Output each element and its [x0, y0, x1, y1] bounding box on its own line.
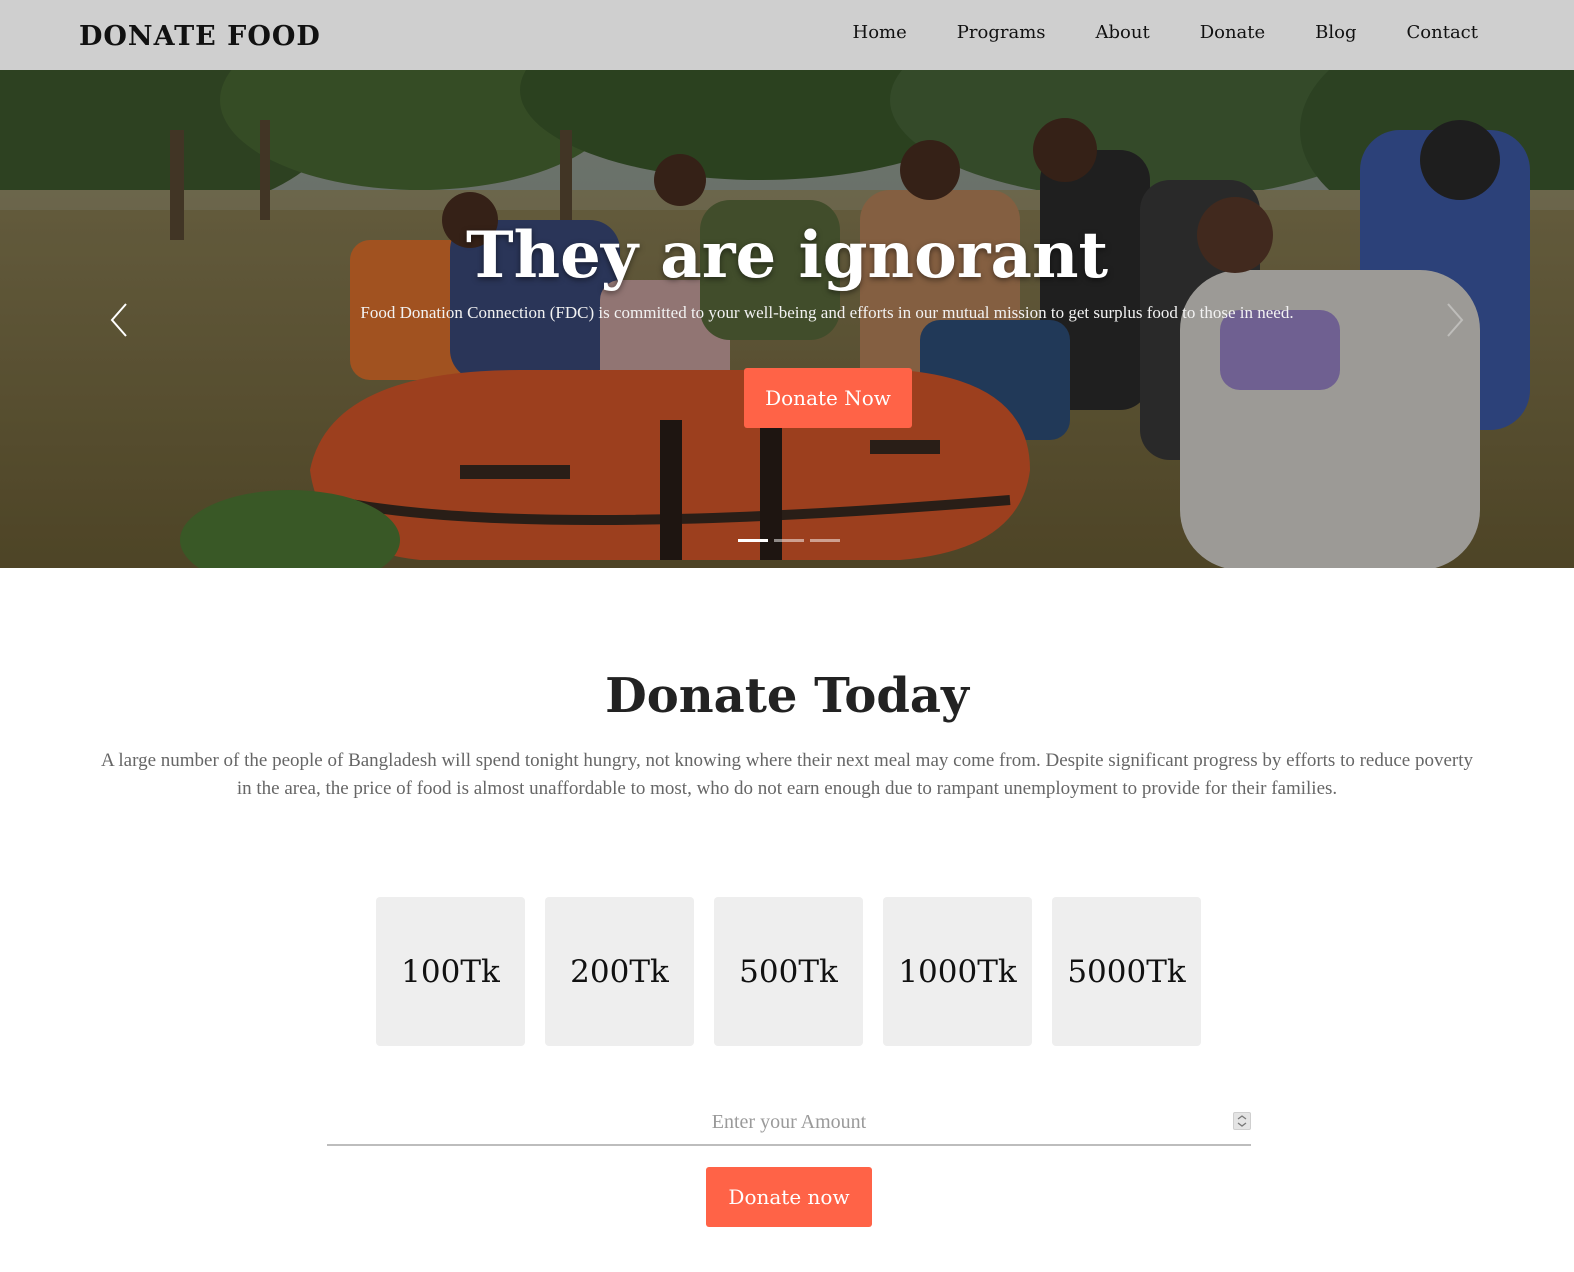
amount-option-200[interactable]: 200Tk	[545, 897, 694, 1046]
nav-link-donate[interactable]: Donate	[1200, 22, 1265, 43]
hero-carousel: They are ignorant Food Donation Connecti…	[0, 70, 1574, 568]
navbar: DONATE FOOD Home Programs About Donate B…	[0, 0, 1574, 70]
amount-option-500[interactable]: 500Tk	[714, 897, 863, 1046]
hero-donate-now-button[interactable]: Donate Now	[744, 368, 912, 428]
amount-input[interactable]	[327, 1100, 1251, 1144]
amount-option-1000[interactable]: 1000Tk	[883, 897, 1032, 1046]
amount-option-5000[interactable]: 5000Tk	[1052, 897, 1201, 1046]
carousel-indicators	[738, 539, 840, 542]
hero-description: Food Donation Connection (FDC) is commit…	[360, 303, 1294, 322]
amount-input-wrapper	[327, 1100, 1251, 1146]
brand-logo[interactable]: DONATE FOOD	[79, 21, 321, 52]
nav-menu: Home Programs About Donate Blog Contact	[803, 22, 1478, 43]
nav-link-programs[interactable]: Programs	[957, 22, 1046, 43]
hero-title: They are ignorant	[465, 218, 1109, 293]
amount-option-100[interactable]: 100Tk	[376, 897, 525, 1046]
donate-description: A large number of the people of Banglade…	[100, 750, 1474, 799]
number-spinner[interactable]	[1233, 1112, 1251, 1130]
amount-options: 100Tk 200Tk 500Tk 1000Tk 5000Tk	[376, 897, 1201, 1046]
spinner-arrows-icon	[1237, 1115, 1247, 1127]
carousel-indicator-2[interactable]	[774, 539, 804, 542]
carousel-prev-button[interactable]	[106, 300, 130, 340]
carousel-next-button[interactable]	[1444, 300, 1468, 340]
donate-now-button[interactable]: Donate now	[706, 1167, 872, 1227]
chevron-right-icon	[1447, 303, 1464, 337]
carousel-indicator-1[interactable]	[738, 539, 768, 542]
nav-link-about[interactable]: About	[1096, 22, 1150, 43]
nav-link-blog[interactable]: Blog	[1315, 22, 1356, 43]
chevron-left-icon	[110, 303, 127, 337]
nav-link-contact[interactable]: Contact	[1407, 22, 1478, 43]
carousel-indicator-3[interactable]	[810, 539, 840, 542]
nav-link-home[interactable]: Home	[853, 22, 907, 43]
donate-title: Donate Today	[605, 668, 969, 724]
